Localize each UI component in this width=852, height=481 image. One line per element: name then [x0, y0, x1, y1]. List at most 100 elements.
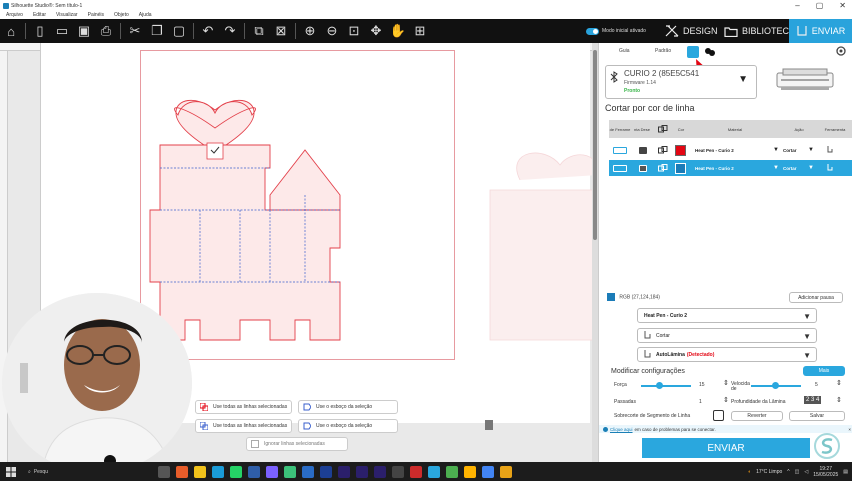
depth-stepper-icon[interactable]: ⇕	[836, 396, 842, 404]
use-all-lines-label-1: Use todas as linhas selecionadas	[213, 404, 288, 410]
design-icon	[665, 25, 679, 37]
passes-stepper-icon[interactable]: ⇕	[723, 396, 729, 404]
row-material[interactable]: Heat Pen - Curio 2	[695, 142, 734, 158]
force-slider-knob[interactable]	[656, 382, 663, 389]
nav-send-button[interactable]: ENVIAR	[789, 19, 852, 43]
material-dropdown-icon[interactable]: ▼	[773, 142, 779, 158]
device-dropdown-icon[interactable]: ▼	[738, 74, 748, 85]
blade-select[interactable]: AutoLâmina (Detectado) ▼	[637, 347, 817, 362]
send-button[interactable]: ENVIAR	[642, 438, 810, 458]
clock-date: 15/05/2025	[813, 471, 839, 478]
tool-slot-icon[interactable]	[613, 164, 627, 172]
use-all-lines-button-1[interactable]: Use todas as linhas selecionadas	[195, 400, 293, 414]
task-view-icon[interactable]	[158, 465, 170, 478]
info-icon	[603, 426, 608, 432]
material-select[interactable]: Heat Pen - Curio 2 ▼	[637, 308, 817, 323]
device-firmware: Firmware 1.14	[624, 80, 656, 86]
volume-icon[interactable]: ◁	[804, 469, 808, 475]
action-dropdown-icon[interactable]: ▼	[808, 160, 814, 176]
weather-label[interactable]: 17°C Limpo	[756, 469, 782, 475]
row-material[interactable]: Heat Pen - Curio 2	[695, 160, 734, 176]
send-icon	[797, 26, 807, 36]
device-card[interactable]: CURIO 2 (85E5C541 Firmware 1.14 Pronto ▼	[605, 65, 757, 99]
use-all-lines-button-2[interactable]: Use todas as linhas selecionadas	[195, 419, 293, 433]
action-select[interactable]: Cortar ▼	[637, 328, 817, 343]
whatsapp-icon[interactable]	[230, 465, 242, 478]
nav-library-button[interactable]: BIBLIOTECA	[724, 19, 795, 43]
photoshop-icon[interactable]	[320, 465, 332, 478]
scrollbar-thumb[interactable]	[593, 50, 597, 240]
app-icon[interactable]	[248, 465, 260, 478]
after-effects-icon[interactable]	[338, 465, 350, 478]
color-swatch[interactable]	[675, 144, 686, 156]
use-sketch-button-2[interactable]: Use o esboço da seleção	[298, 419, 398, 433]
action-dropdown-icon[interactable]: ▼	[808, 142, 814, 158]
overcut-label: Sobrecorte de Segmento de Linha	[614, 413, 691, 419]
rgb-label: RGB (27,124,184)	[619, 294, 660, 301]
add-pause-button[interactable]: Adicionar pausa	[789, 292, 843, 303]
header-tool-col: Ferramenta	[824, 126, 846, 132]
overcut-checkbox[interactable]	[713, 410, 724, 421]
sketch-blue-icon	[303, 403, 312, 411]
tray-chevron-up-icon[interactable]: ^	[787, 469, 789, 475]
depth-value[interactable]: 2 3 4	[804, 396, 822, 404]
link-icon[interactable]	[658, 142, 668, 158]
design-check-icon[interactable]	[639, 164, 647, 172]
silhouette-app-icon[interactable]	[212, 465, 224, 478]
more-button[interactable]: Mais	[803, 366, 845, 376]
app-icon[interactable]	[176, 465, 188, 478]
chrome-icon[interactable]	[482, 465, 494, 478]
send-panel: Guia Padrão CURIO 2 (85E5C541 Firmware 1…	[598, 43, 852, 462]
tab-guia[interactable]: Guia	[619, 48, 630, 54]
search-label: Pesqu	[33, 468, 48, 475]
row-action[interactable]: Cortar	[783, 142, 797, 158]
blade-status: (Detectado)	[686, 351, 715, 358]
clock[interactable]: 19:27 15/05/2025	[813, 466, 838, 478]
material-dropdown-icon[interactable]: ▼	[773, 160, 779, 176]
use-all-lines-label-2: Use todas as linhas selecionadas	[213, 423, 288, 429]
speed-stepper-icon[interactable]: ⇕	[836, 379, 842, 387]
file-explorer-icon[interactable]	[194, 465, 206, 478]
table-row[interactable]: Heat Pen - Curio 2 ▼ Cortar ▼	[609, 160, 852, 176]
maximize-button[interactable]: ▢	[816, 0, 824, 11]
chevron-down-icon: ▼	[803, 351, 811, 360]
app-icon[interactable]	[410, 465, 422, 478]
close-icon[interactable]: ×	[848, 427, 851, 432]
close-button[interactable]: ✕	[839, 0, 846, 11]
table-row[interactable]: Heat Pen - Curio 2 ▼ Cortar ▼	[609, 142, 852, 158]
minimize-button[interactable]: –	[795, 0, 799, 11]
tool-slot-icon[interactable]	[613, 146, 627, 154]
ignore-lines-button[interactable]: Ignorar linhas selecionadas	[246, 437, 348, 451]
app-icon[interactable]	[392, 465, 404, 478]
link-icon[interactable]	[658, 160, 668, 176]
windows-start-icon[interactable]	[6, 466, 16, 477]
nav-send-label: ENVIAR	[811, 26, 846, 36]
nav-design-button[interactable]: DESIGN	[665, 19, 718, 43]
info-link[interactable]: Clique aqui	[610, 427, 633, 432]
save-button[interactable]: Salvar	[789, 411, 845, 421]
app-icon[interactable]	[284, 465, 296, 478]
app-icon[interactable]	[500, 465, 512, 478]
tab-padrao[interactable]: Padrão	[655, 48, 671, 54]
design-check-icon[interactable]	[639, 146, 647, 154]
app-icon[interactable]	[464, 465, 476, 478]
revert-button[interactable]: Reverter	[731, 411, 783, 421]
row-action[interactable]: Cortar	[783, 160, 797, 176]
taskbar-search[interactable]: ⌕ Pesqu	[28, 469, 48, 475]
force-slider[interactable]	[641, 385, 691, 387]
premiere-icon[interactable]	[356, 465, 368, 478]
notification-icon[interactable]: ▤	[843, 469, 848, 475]
force-stepper-icon[interactable]: ⇕	[723, 379, 729, 387]
app-icon[interactable]	[302, 465, 314, 478]
app-icon[interactable]	[446, 465, 458, 478]
app-icon[interactable]	[428, 465, 440, 478]
network-icon[interactable]: ◫	[795, 469, 800, 475]
speed-slider-knob[interactable]	[772, 382, 779, 389]
system-tray: ◐ 17°C Limpo ^ ◫ ◁ 19:27 15/05/2025 ▤	[748, 462, 848, 481]
color-swatch[interactable]	[675, 162, 686, 174]
search-icon: ⌕	[28, 468, 31, 475]
app-icon[interactable]	[266, 465, 278, 478]
gear-icon[interactable]	[835, 45, 847, 57]
media-encoder-icon[interactable]	[374, 465, 386, 478]
use-sketch-button-1[interactable]: Use o esboço da seleção	[298, 400, 398, 414]
